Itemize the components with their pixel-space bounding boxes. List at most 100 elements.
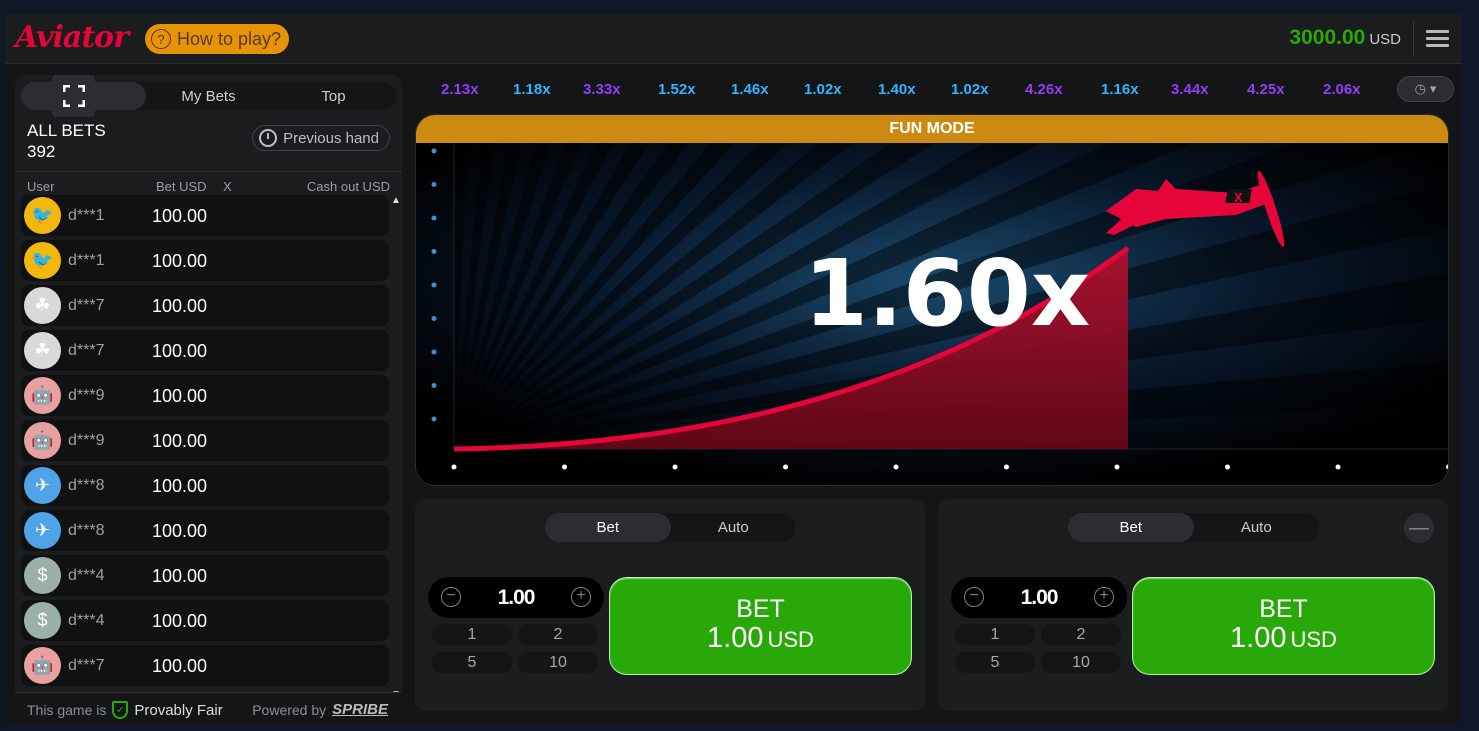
scroll-up-icon[interactable]: ▲ (391, 195, 401, 206)
multiplier-chip[interactable]: 1.52x (658, 81, 696, 98)
all-bets-count: 392 (27, 142, 56, 161)
game-canvas: FUN MODE X 1.60x (415, 114, 1449, 486)
col-bet: Bet USD (156, 179, 207, 194)
fun-mode-banner: FUN MODE (416, 115, 1448, 143)
fullscreen-icon[interactable] (52, 75, 95, 117)
robot-avatar: 🤖 (24, 377, 61, 414)
quick-amount-button[interactable]: 5 (432, 652, 512, 673)
bet-amount: 100.00 (152, 386, 208, 406)
bet-row: 🤖 d***7 100.00 (21, 645, 389, 686)
tab-bet[interactable]: Bet (545, 513, 671, 542)
game-container: Aviator ? How to play? 3000.00USD ets My… (5, 14, 1461, 724)
bird-avatar: 🐦 (24, 242, 61, 279)
multiplier-chip[interactable]: 2.06x (1323, 81, 1361, 98)
bet-amount-stepper: − 1.00 + (951, 577, 1127, 618)
bet-user: d***7 (68, 342, 105, 359)
multiplier-chip[interactable]: 2.13x (441, 81, 479, 98)
how-to-play-button[interactable]: ? How to play? (145, 24, 290, 54)
history-icon (259, 129, 278, 147)
balance-amount: 3000.00 (1289, 26, 1366, 49)
multiplier-chip[interactable]: 1.02x (951, 81, 989, 98)
powered-by: Powered by SPRIBE (252, 701, 388, 718)
tab-auto[interactable]: Auto (1194, 513, 1320, 542)
bet-amount: 100.00 (152, 431, 208, 451)
history-toggle-button[interactable]: ◷ ▾ (1397, 76, 1454, 102)
all-bets-summary: ALL BETS 392 (27, 120, 106, 162)
x-axis-dot (562, 464, 567, 470)
x-axis-dot (1335, 464, 1341, 470)
bet-user: d***4 (68, 612, 105, 629)
bet-row: 🐦 d***1 100.00 (21, 240, 389, 281)
remove-panel-icon[interactable]: — (1404, 513, 1434, 543)
footer-prefix: This game is (27, 702, 107, 718)
bet-button-label: BET (1259, 595, 1308, 623)
bet-amount: 100.00 (152, 656, 208, 676)
bet-amount: 100.00 (152, 251, 208, 271)
tab-top[interactable]: Top (271, 82, 396, 110)
bet-amount: 100.00 (152, 341, 208, 361)
provably-fair-link[interactable]: This game is ✓ Provably Fair (27, 701, 223, 719)
money-avatar: $ (24, 602, 61, 639)
bet-button-amount: 1.00 USD (1133, 622, 1434, 655)
bet-panel-1: Bet Auto − 1.00 + 1 2 5 10 BET 1.00 USD (415, 499, 925, 711)
x-axis-dot (1004, 464, 1009, 470)
quick-amount-button[interactable]: 10 (1041, 652, 1121, 673)
multiplier-chip[interactable]: 4.25x (1247, 81, 1285, 98)
quick-amount-button[interactable]: 2 (1041, 624, 1121, 645)
provably-fair-footer: This game is ✓ Provably Fair Powered by … (15, 692, 402, 722)
hamburger-menu-icon[interactable] (1426, 30, 1449, 47)
bet-user: d***8 (68, 477, 105, 494)
y-axis-dot (431, 182, 437, 187)
tab-my-bets[interactable]: My Bets (146, 82, 271, 110)
quick-amount-button[interactable]: 5 (955, 652, 1035, 673)
multiplier-chip[interactable]: 1.46x (731, 81, 769, 98)
bets-table-header: User Bet USD X Cash out USD (15, 171, 402, 195)
multiplier-chip[interactable]: 3.44x (1171, 81, 1209, 98)
col-x: X (223, 179, 232, 194)
bet-user: d***7 (68, 657, 105, 674)
quick-amount-button[interactable]: 2 (518, 624, 598, 645)
header: Aviator ? How to play? 3000.00 USD (5, 14, 1461, 64)
svg-text:X: X (1234, 190, 1243, 205)
aviator-logo[interactable]: Aviator (15, 20, 129, 55)
balance-currency: USD (1369, 31, 1401, 48)
bets-panel: ets My Bets Top ALL BETS 392 Previous ha… (15, 75, 402, 722)
tab-bet[interactable]: Bet (1068, 513, 1194, 542)
multiplier-history: ◷ ▾ 2.13x 1.18x 3.33x 1.52x 1.46x 1.02x 1.40x 1… (418, 75, 1458, 103)
history-clock-icon: ◷ (1414, 81, 1426, 96)
bet-user: d***4 (68, 567, 105, 584)
x-axis-dot (1114, 464, 1120, 470)
multiplier-chip[interactable]: 4.26x (1025, 81, 1063, 98)
header-divider (1413, 22, 1414, 56)
quick-amount-button[interactable]: 1 (955, 624, 1035, 645)
bet-amount: 100.00 (152, 476, 208, 496)
place-bet-button[interactable]: BET 1.00 USD (609, 577, 912, 675)
quick-amount-button[interactable]: 1 (432, 624, 512, 645)
bet-button-amount: 1.00 USD (610, 622, 911, 655)
bet-button-currency: USD (767, 627, 814, 652)
bet-user: d***1 (68, 252, 105, 269)
money-avatar: $ (24, 557, 61, 594)
balance: 3000.00 USD (1289, 26, 1401, 50)
multiplier-chip[interactable]: 1.16x (1101, 81, 1139, 98)
multiplier-chip[interactable]: 3.33x (583, 81, 621, 98)
place-bet-button[interactable]: BET 1.00 USD (1132, 577, 1435, 675)
bet-amount: 100.00 (152, 296, 208, 316)
x-axis-dot (893, 464, 899, 470)
bet-row: 🐦 d***1 100.00 (21, 195, 389, 236)
bet-user: d***8 (68, 522, 105, 539)
tab-auto[interactable]: Auto (671, 513, 797, 542)
multiplier-chip[interactable]: 1.40x (878, 81, 916, 98)
x-axis-dot (1225, 464, 1230, 470)
multiplier-chip[interactable]: 1.02x (804, 81, 842, 98)
app-window: Aviator ? How to play? 3000.00USD ets My… (0, 0, 1479, 731)
quick-amount-button[interactable]: 10 (518, 652, 598, 673)
increase-icon[interactable]: + (571, 587, 591, 607)
bets-scrollbar[interactable]: ▲ ▼ (391, 195, 401, 700)
previous-hand-button[interactable]: Previous hand (252, 125, 390, 151)
bet-row: ✈ d***8 100.00 (21, 465, 389, 506)
tab-top-label: Top (321, 87, 346, 105)
multiplier-chip[interactable]: 1.18x (513, 81, 551, 98)
how-to-play-label: How to play? (177, 28, 282, 49)
increase-icon[interactable]: + (1094, 587, 1114, 607)
